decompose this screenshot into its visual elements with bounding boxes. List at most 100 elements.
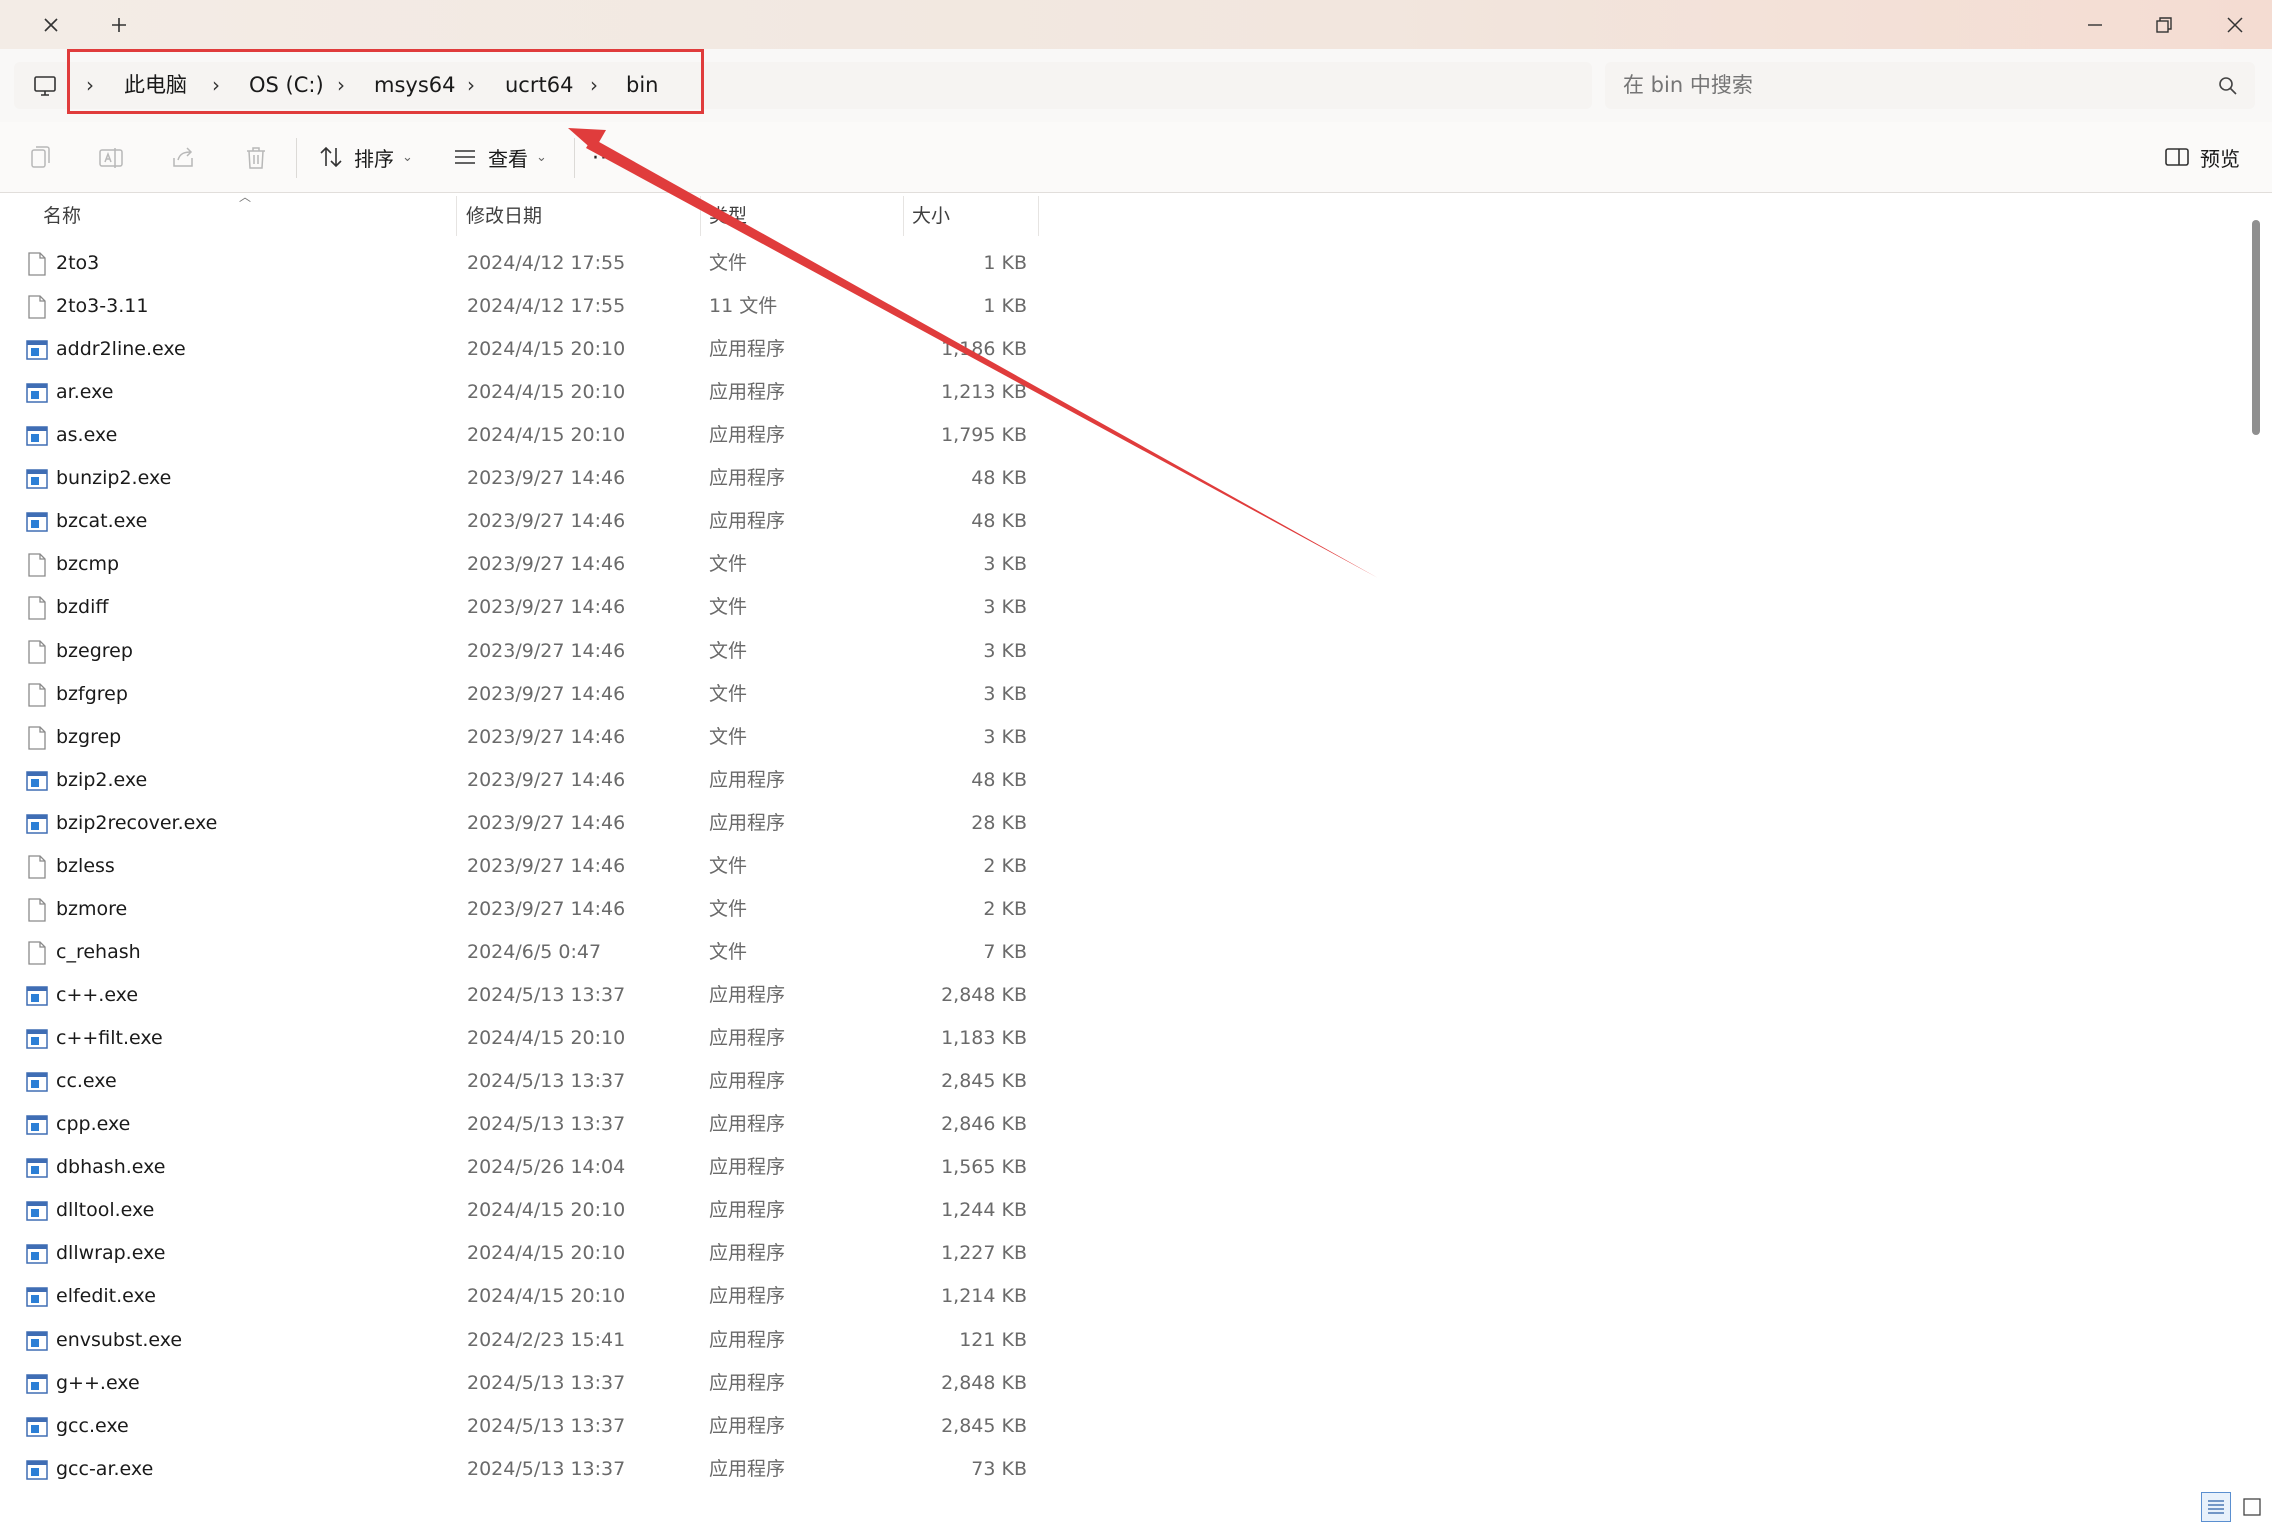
- file-row[interactable]: bzfgrep 2023/9/27 14:46 文件 3 KB: [0, 673, 1040, 716]
- file-row[interactable]: bzcat.exe 2023/9/27 14:46 应用程序 48 KB: [0, 500, 1040, 543]
- minimize-icon[interactable]: [2078, 8, 2112, 42]
- computer-icon[interactable]: [32, 73, 58, 99]
- file-row[interactable]: bzegrep 2023/9/27 14:46 文件 3 KB: [0, 630, 1040, 673]
- file-modified-date: 2024/4/15 20:10: [467, 1027, 626, 1050]
- chevron-down-icon: ⌄: [402, 149, 413, 165]
- file-name: bzgrep: [56, 725, 122, 748]
- application-icon: [26, 812, 48, 836]
- breadcrumb-msys64[interactable]: msys64: [374, 49, 456, 122]
- file-name: bzip2.exe: [56, 768, 148, 791]
- search-icon[interactable]: [2217, 75, 2239, 97]
- file-modified-date: 2023/9/27 14:46: [467, 682, 626, 705]
- search-input[interactable]: [1623, 62, 2183, 109]
- application-icon: [26, 1027, 48, 1051]
- file-name: bzfgrep: [56, 682, 128, 705]
- column-header-name[interactable]: 名称: [43, 196, 81, 236]
- preview-label: 预览: [2200, 146, 2240, 171]
- breadcrumb-os-c[interactable]: OS (C:): [249, 49, 324, 122]
- new-tab-plus-icon[interactable]: [104, 10, 134, 40]
- restore-icon[interactable]: [2147, 8, 2181, 42]
- preview-button[interactable]: 预览: [2164, 136, 2240, 178]
- view-button[interactable]: 查看 ⌄: [452, 136, 547, 178]
- column-divider[interactable]: [456, 196, 457, 236]
- column-divider[interactable]: [903, 196, 904, 236]
- file-modified-date: 2024/4/15 20:10: [467, 1242, 626, 1265]
- share-icon[interactable]: [170, 144, 198, 172]
- file-row[interactable]: bzless 2023/9/27 14:46 文件 2 KB: [0, 845, 1040, 888]
- file-name: gcc-ar.exe: [56, 1457, 154, 1480]
- sort-button[interactable]: 排序 ⌄: [318, 136, 413, 178]
- column-divider[interactable]: [700, 196, 701, 236]
- breadcrumb-this-pc[interactable]: 此电脑: [124, 49, 187, 122]
- file-type: 应用程序: [709, 381, 786, 404]
- chevron-right-icon[interactable]: ›: [212, 49, 220, 122]
- file-row[interactable]: gcc-ar.exe 2024/5/13 13:37 应用程序 73 KB: [0, 1448, 1040, 1491]
- file-row[interactable]: bunzip2.exe 2023/9/27 14:46 应用程序 48 KB: [0, 457, 1040, 500]
- file-row[interactable]: c++filt.exe 2024/4/15 20:10 应用程序 1,183 KB: [0, 1017, 1040, 1060]
- file-row[interactable]: bzdiff 2023/9/27 14:46 文件 3 KB: [0, 586, 1040, 629]
- application-icon: [26, 510, 48, 534]
- file-modified-date: 2024/5/13 13:37: [467, 1070, 626, 1093]
- application-icon: [26, 1415, 48, 1439]
- file-row[interactable]: ar.exe 2024/4/15 20:10 应用程序 1,213 KB: [0, 371, 1040, 414]
- file-row[interactable]: envsubst.exe 2024/2/23 15:41 应用程序 121 KB: [0, 1319, 1040, 1362]
- file-row[interactable]: dllwrap.exe 2024/4/15 20:10 应用程序 1,227 KB: [0, 1232, 1040, 1275]
- file-modified-date: 2024/4/15 20:10: [467, 1199, 626, 1222]
- file-row[interactable]: 2to3-3.11 2024/4/12 17:55 11 文件 1 KB: [0, 285, 1040, 328]
- file-row[interactable]: 2to3 2024/4/12 17:55 文件 1 KB: [0, 242, 1040, 285]
- file-size: 3 KB: [983, 639, 1027, 662]
- chevron-right-icon[interactable]: ›: [590, 49, 598, 122]
- file-row[interactable]: gcc.exe 2024/5/13 13:37 应用程序 2,845 KB: [0, 1405, 1040, 1448]
- window-close-icon[interactable]: [2218, 8, 2252, 42]
- file-type: 文件: [709, 725, 748, 748]
- column-divider[interactable]: [1038, 196, 1039, 236]
- application-icon: [26, 1199, 48, 1223]
- file-modified-date: 2024/5/13 13:37: [467, 1414, 626, 1437]
- file-row[interactable]: cc.exe 2024/5/13 13:37 应用程序 2,845 KB: [0, 1060, 1040, 1103]
- file-name: c++filt.exe: [56, 1027, 163, 1050]
- file-row[interactable]: bzgrep 2023/9/27 14:46 文件 3 KB: [0, 716, 1040, 759]
- file-size: 1,565 KB: [941, 1156, 1027, 1179]
- more-options-button[interactable]: ··: [592, 146, 608, 171]
- tiles-view-icon[interactable]: [2237, 1492, 2267, 1522]
- file-row[interactable]: bzcmp 2023/9/27 14:46 文件 3 KB: [0, 543, 1040, 586]
- application-icon: [26, 1458, 48, 1482]
- sort-label: 排序: [354, 146, 394, 171]
- file-row[interactable]: bzip2recover.exe 2023/9/27 14:46 应用程序 28 KB: [0, 802, 1040, 845]
- file-row[interactable]: dlltool.exe 2024/4/15 20:10 应用程序 1,244 KB: [0, 1189, 1040, 1232]
- application-icon: [26, 1156, 48, 1180]
- file-row[interactable]: bzip2.exe 2023/9/27 14:46 应用程序 48 KB: [0, 759, 1040, 802]
- file-row[interactable]: addr2line.exe 2024/4/15 20:10 应用程序 1,186 KB: [0, 328, 1040, 371]
- chevron-right-icon[interactable]: ›: [337, 49, 345, 122]
- delete-icon[interactable]: [242, 144, 270, 172]
- tab-close-icon[interactable]: [36, 10, 66, 40]
- file-modified-date: 2023/9/27 14:46: [467, 596, 626, 619]
- breadcrumb-ucrt64[interactable]: ucrt64: [505, 49, 573, 122]
- rename-icon[interactable]: [97, 144, 125, 172]
- chevron-right-icon[interactable]: ›: [467, 49, 475, 122]
- copy-icon[interactable]: [26, 144, 54, 172]
- file-name: dllwrap.exe: [56, 1242, 166, 1265]
- view-label: 查看: [488, 146, 528, 171]
- column-header-type[interactable]: 类型: [709, 196, 747, 236]
- breadcrumb-bin[interactable]: bin: [626, 49, 658, 122]
- file-row[interactable]: elfedit.exe 2024/4/15 20:10 应用程序 1,214 KB: [0, 1275, 1040, 1318]
- file-row[interactable]: as.exe 2024/4/15 20:10 应用程序 1,795 KB: [0, 414, 1040, 457]
- details-view-icon[interactable]: [2201, 1492, 2231, 1522]
- file-size: 3 KB: [983, 725, 1027, 748]
- column-header-modified[interactable]: 修改日期: [466, 196, 542, 236]
- file-row[interactable]: cpp.exe 2024/5/13 13:37 应用程序 2,846 KB: [0, 1103, 1040, 1146]
- file-row[interactable]: c_rehash 2024/6/5 0:47 文件 7 KB: [0, 931, 1040, 974]
- chevron-right-icon[interactable]: ›: [86, 49, 94, 122]
- vertical-scrollbar-thumb[interactable]: [2252, 220, 2260, 435]
- file-type: 应用程序: [709, 1113, 786, 1136]
- file-row[interactable]: c++.exe 2024/5/13 13:37 应用程序 2,848 KB: [0, 974, 1040, 1017]
- file-modified-date: 2024/5/13 13:37: [467, 1113, 626, 1136]
- file-row[interactable]: g++.exe 2024/5/13 13:37 应用程序 2,848 KB: [0, 1362, 1040, 1405]
- file-size: 3 KB: [983, 553, 1027, 576]
- file-type: 11 文件: [709, 295, 778, 318]
- column-header-size[interactable]: 大小: [912, 196, 950, 236]
- file-row[interactable]: bzmore 2023/9/27 14:46 文件 2 KB: [0, 888, 1040, 931]
- file-row[interactable]: dbhash.exe 2024/5/26 14:04 应用程序 1,565 KB: [0, 1146, 1040, 1189]
- application-icon: [26, 1070, 48, 1094]
